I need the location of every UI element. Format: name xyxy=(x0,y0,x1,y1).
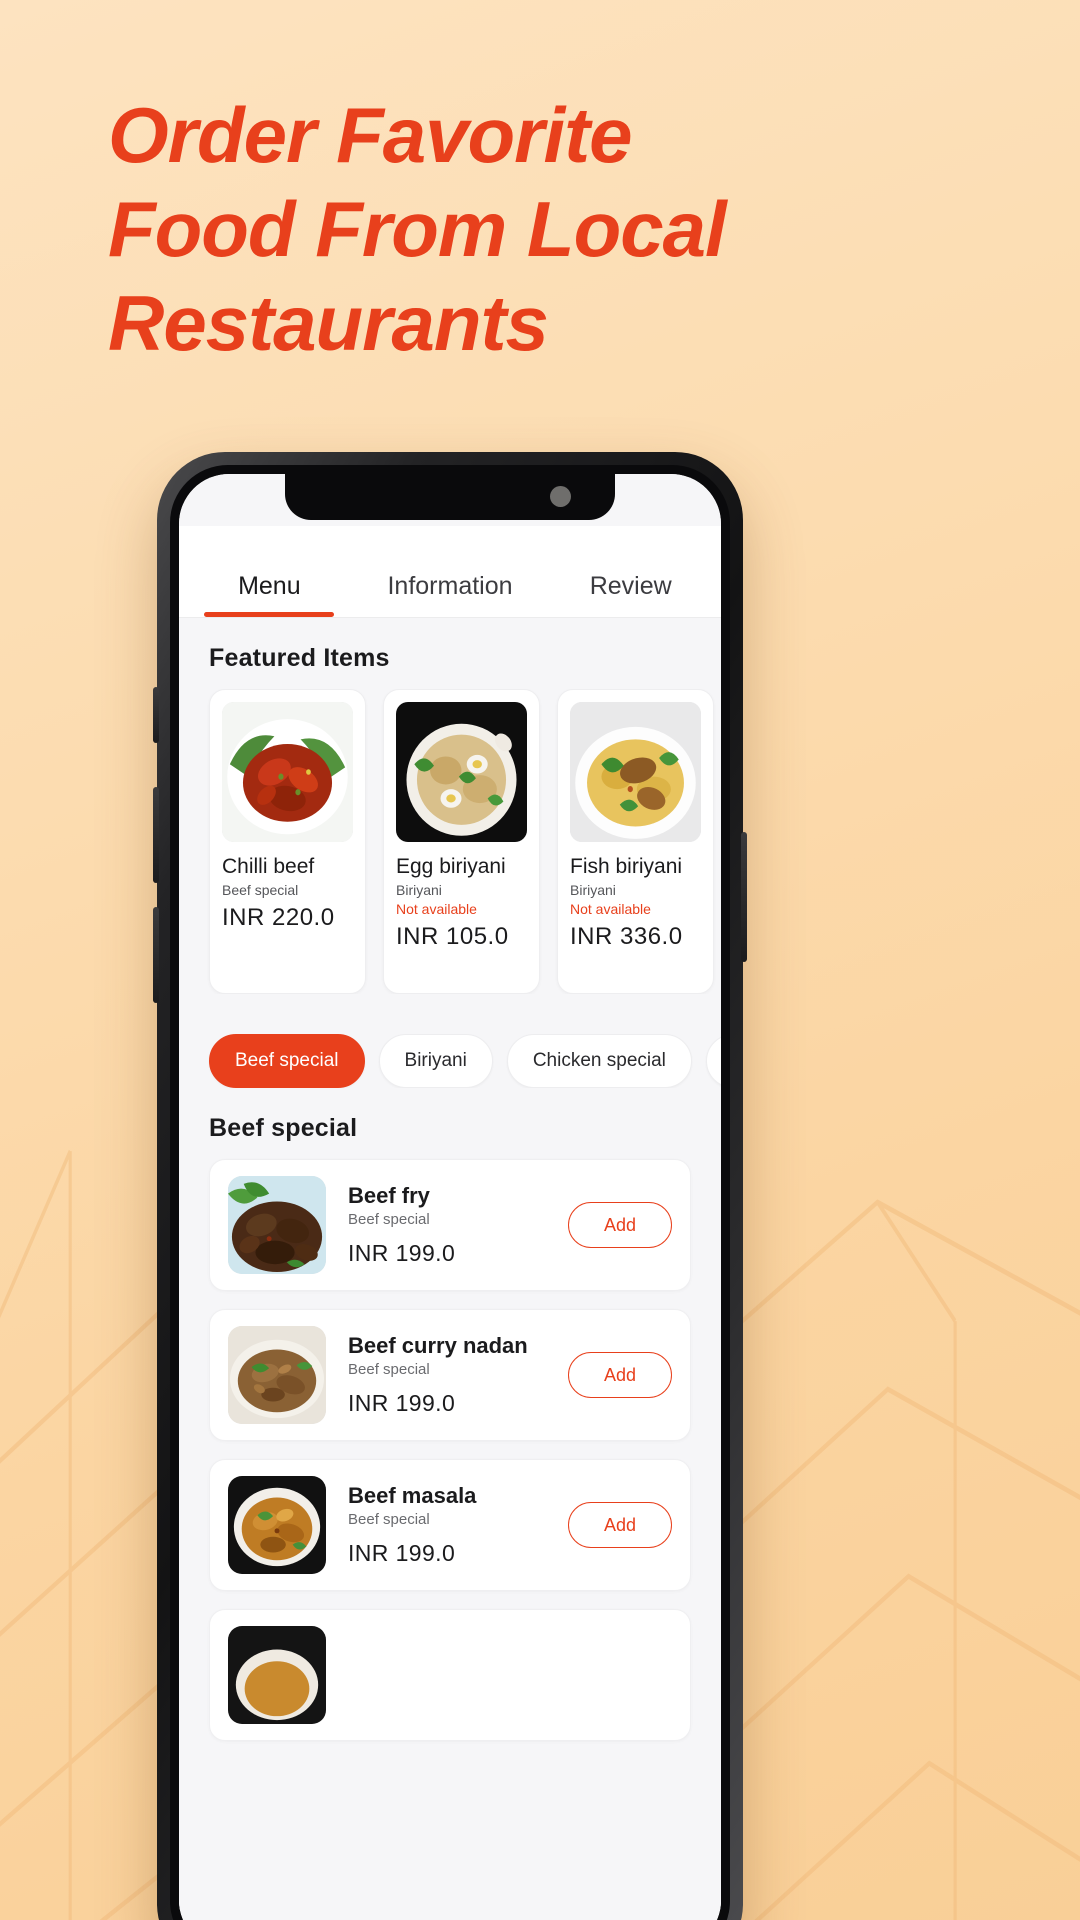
featured-item-category: Beef special xyxy=(222,882,299,898)
menu-list-item[interactable]: Beef masala Beef special INR 199.0 Add xyxy=(209,1459,691,1591)
featured-card[interactable]: Chilli beef Beef special INR 220.0 xyxy=(209,689,366,994)
menu-item-price: INR 199.0 xyxy=(348,1240,456,1266)
featured-card[interactable]: Egg biriyani Biriyani Not available INR … xyxy=(383,689,540,994)
chilli-beef-image xyxy=(222,702,353,842)
beef-curry-nadan-image xyxy=(228,1326,326,1424)
chip-beef-special[interactable]: Beef special xyxy=(209,1034,365,1088)
featured-items-title: Featured Items xyxy=(209,644,390,672)
page-title: Order Favorite Food From Local Restauran… xyxy=(108,88,968,370)
category-chips[interactable]: Beef special Biriyani Chicken special Ch… xyxy=(179,994,721,1088)
chip-biriyani[interactable]: Biriyani xyxy=(378,1034,493,1088)
headline-line-2: Food From Local xyxy=(108,185,727,273)
phone-volume-down-button xyxy=(153,907,159,1003)
add-to-cart-button[interactable]: Add xyxy=(568,1202,672,1248)
menu-item-text: Beef fry Beef special INR 199.0 xyxy=(326,1183,568,1267)
chip-label: Beef special xyxy=(235,1050,339,1071)
menu-item-price: INR 199.0 xyxy=(348,1540,456,1566)
featured-card[interactable]: Fish biriyani Biriyani Not available INR… xyxy=(557,689,714,994)
menu-item-name: Beef fry xyxy=(348,1183,430,1208)
add-button-label: Add xyxy=(603,1514,637,1535)
menu-scroll-area[interactable]: Featured Items Chilli beef Beef special … xyxy=(179,618,721,1920)
featured-item-name: Egg biriyani xyxy=(396,855,506,878)
menu-list-item[interactable]: Beef curry nadan Beef special INR 199.0 … xyxy=(209,1309,691,1441)
add-button-label: Add xyxy=(603,1214,637,1235)
headline-line-3: Restaurants xyxy=(108,279,549,367)
fish-biriyani-image xyxy=(570,702,701,842)
menu-list-item-partial[interactable] xyxy=(209,1609,691,1741)
egg-biriyani-image xyxy=(396,702,527,842)
featured-item-price: INR 220.0 xyxy=(222,904,335,931)
headline-line-1: Order Favorite xyxy=(108,91,633,179)
add-to-cart-button[interactable]: Add xyxy=(568,1502,672,1548)
tab-review-label: Review xyxy=(589,572,672,600)
chip-chicken-special[interactable]: Chicken special xyxy=(506,1034,692,1088)
featured-item-availability: Not available xyxy=(396,901,477,917)
phone-screen: Menu Information Review Featured Items C… xyxy=(179,474,721,1920)
phone-mute-button xyxy=(153,687,159,743)
beef-fry-image xyxy=(228,1176,326,1274)
menu-item-category: Beef special xyxy=(348,1361,430,1378)
featured-items-carousel[interactable]: Chilli beef Beef special INR 220.0 Egg b… xyxy=(179,689,721,994)
add-button-label: Add xyxy=(603,1364,637,1385)
chip-label: Biriyani xyxy=(404,1050,467,1071)
menu-item-category: Beef special xyxy=(348,1511,430,1528)
tab-bar: Menu Information Review xyxy=(179,526,721,618)
tab-menu-label: Menu xyxy=(238,572,301,600)
front-camera-icon xyxy=(550,486,571,507)
tab-information[interactable]: Information xyxy=(360,572,541,617)
featured-item-price: INR 105.0 xyxy=(396,923,509,950)
menu-item-text: Beef masala Beef special INR 199.0 xyxy=(326,1483,568,1567)
menu-item-name: Beef curry nadan xyxy=(348,1333,528,1358)
featured-item-availability: Not available xyxy=(570,901,651,917)
app-viewport: Menu Information Review Featured Items C… xyxy=(179,474,721,1920)
menu-list-item[interactable]: Beef fry Beef special INR 199.0 Add xyxy=(209,1159,691,1291)
phone-mockup: Menu Information Review Featured Items C… xyxy=(153,452,747,1920)
tab-menu[interactable]: Menu xyxy=(179,572,360,617)
partial-item-image xyxy=(228,1626,326,1724)
featured-item-name: Fish biriyani xyxy=(570,855,683,878)
menu-item-name: Beef masala xyxy=(348,1483,477,1508)
menu-item-category: Beef special xyxy=(348,1211,430,1228)
featured-item-price: INR 336.0 xyxy=(570,923,683,950)
phone-bezel: Menu Information Review Featured Items C… xyxy=(170,465,730,1920)
phone-volume-up-button xyxy=(153,787,159,883)
menu-item-price: INR 199.0 xyxy=(348,1390,456,1416)
featured-item-category: Biriyani xyxy=(396,882,442,898)
menu-item-list: Beef fry Beef special INR 199.0 Add Beef… xyxy=(179,1159,721,1741)
chip-chinese[interactable]: Chinese xyxy=(705,1034,721,1088)
chip-label: Chicken special xyxy=(532,1050,666,1071)
phone-notch xyxy=(285,474,615,520)
add-to-cart-button[interactable]: Add xyxy=(568,1352,672,1398)
featured-item-category: Biriyani xyxy=(570,882,616,898)
phone-power-button xyxy=(741,832,747,962)
beef-masala-image xyxy=(228,1476,326,1574)
tab-review[interactable]: Review xyxy=(540,572,721,617)
menu-item-text: Beef curry nadan Beef special INR 199.0 xyxy=(326,1333,568,1417)
tab-information-label: Information xyxy=(387,572,513,600)
featured-item-name: Chilli beef xyxy=(222,855,315,878)
menu-section-title: Beef special xyxy=(209,1114,358,1142)
